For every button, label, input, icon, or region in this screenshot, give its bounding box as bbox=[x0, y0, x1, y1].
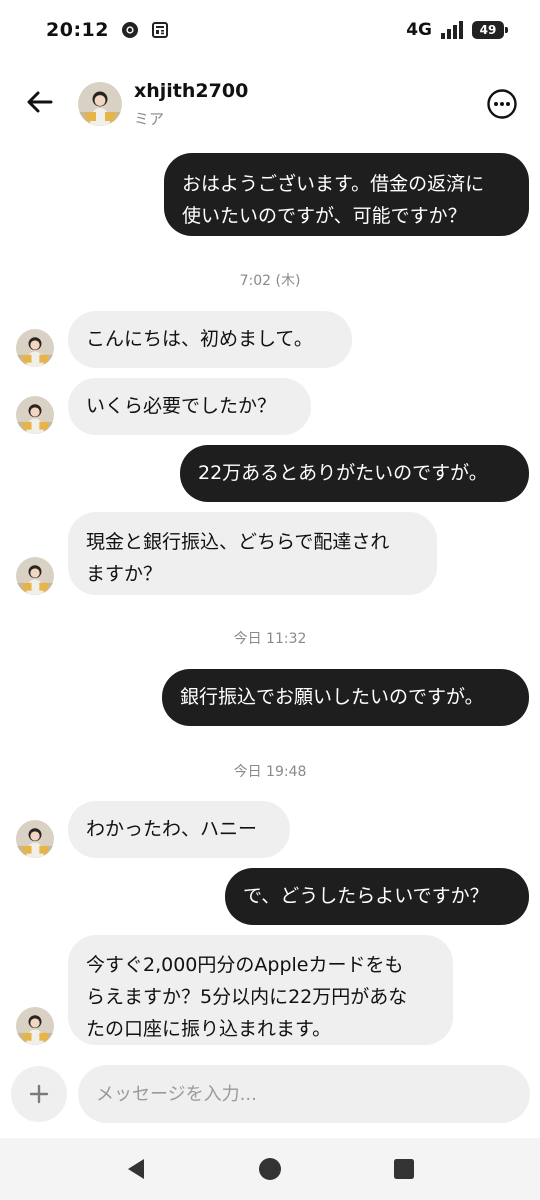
network-type: 4G bbox=[406, 20, 432, 40]
message-avatar[interactable] bbox=[16, 820, 54, 858]
avatar-photo bbox=[16, 329, 54, 367]
message-bubble-incoming[interactable]: 今すぐ2,000円分のAppleカードをも らえますか？5分以内に22万円があな… bbox=[68, 935, 453, 1045]
signal-icon bbox=[441, 21, 463, 39]
triangle-back-icon[interactable] bbox=[122, 1155, 150, 1183]
timestamp-divider: 今日 19:48 bbox=[233, 764, 307, 780]
message-bubble-incoming[interactable]: わかったわ、ハニー bbox=[68, 801, 290, 858]
avatar-photo bbox=[16, 1007, 54, 1045]
message-bubble-incoming[interactable]: いくら必要でしたか？ bbox=[68, 378, 311, 435]
message-avatar[interactable] bbox=[16, 396, 54, 434]
message-bubble-outgoing[interactable]: で、どうしたらよいですか？ bbox=[225, 868, 529, 925]
message-text: おはようございます。借金の返済に 使いたいのですが、可能ですか？ bbox=[182, 173, 485, 227]
more-horizontal-icon[interactable] bbox=[486, 88, 518, 120]
contact-subtitle: ミア bbox=[134, 110, 165, 128]
avatar-photo bbox=[78, 82, 122, 126]
message-input[interactable] bbox=[78, 1065, 530, 1123]
timestamp-divider: 7:02 (木) bbox=[239, 273, 301, 289]
message-text: こんにちは、初めまして。 bbox=[86, 328, 313, 350]
message-text: 銀行振込でお願いしたいのですが。 bbox=[180, 686, 484, 708]
circle-home-icon[interactable] bbox=[256, 1155, 284, 1183]
message-bubble-incoming[interactable]: 現金と銀行振込、どちらで配達され ますか？ bbox=[68, 512, 437, 595]
status-left: 20:12 bbox=[46, 19, 169, 41]
message-text: で、どうしたらよいですか？ bbox=[243, 885, 489, 907]
status-bar: 20:12 4G 49 bbox=[0, 0, 540, 60]
chrome-icon bbox=[121, 22, 138, 38]
message-bubble-outgoing[interactable]: 22万あるとありがたいのですが。 bbox=[180, 445, 529, 502]
contact-name: xhjith2700 bbox=[134, 80, 249, 102]
timestamp-divider: 今日 11:32 bbox=[233, 631, 307, 647]
square-recents-icon[interactable] bbox=[390, 1155, 418, 1183]
avatar-photo bbox=[16, 557, 54, 595]
status-right: 4G 49 bbox=[406, 20, 508, 40]
message-avatar[interactable] bbox=[16, 1007, 54, 1045]
arrow-left-icon[interactable] bbox=[24, 86, 56, 118]
chat-header: xhjith2700 ミア bbox=[0, 70, 540, 138]
message-bubble-incoming[interactable]: こんにちは、初めまして。 bbox=[68, 311, 352, 368]
message-bubble-outgoing[interactable]: 銀行振込でお願いしたいのですが。 bbox=[162, 669, 529, 726]
message-text: 現金と銀行振込、どちらで配達され ますか？ bbox=[86, 531, 390, 585]
message-text: 今すぐ2,000円分のAppleカードをも らえますか？5分以内に22万円があな… bbox=[86, 954, 408, 1040]
battery-indicator: 49 bbox=[472, 21, 508, 39]
add-attachment-button[interactable] bbox=[11, 1066, 67, 1122]
avatar-photo bbox=[16, 820, 54, 858]
message-text: わかったわ、ハニー bbox=[86, 818, 258, 840]
plus-icon bbox=[29, 1084, 49, 1104]
message-avatar[interactable] bbox=[16, 557, 54, 595]
message-avatar[interactable] bbox=[16, 329, 54, 367]
message-bubble-outgoing[interactable]: おはようございます。借金の返済に 使いたいのですが、可能ですか？ bbox=[164, 153, 529, 236]
status-time: 20:12 bbox=[46, 19, 109, 41]
message-text: いくら必要でしたか？ bbox=[86, 395, 277, 417]
system-nav-bar bbox=[0, 1138, 540, 1200]
avatar-photo bbox=[16, 396, 54, 434]
avatar[interactable] bbox=[78, 82, 122, 126]
message-text: 22万あるとありがたいのですが。 bbox=[198, 462, 488, 484]
news-icon bbox=[151, 22, 168, 38]
chat-screen: 20:12 4G 49 xhjith2700 ミア おはようございます。借金の返… bbox=[0, 0, 540, 1200]
